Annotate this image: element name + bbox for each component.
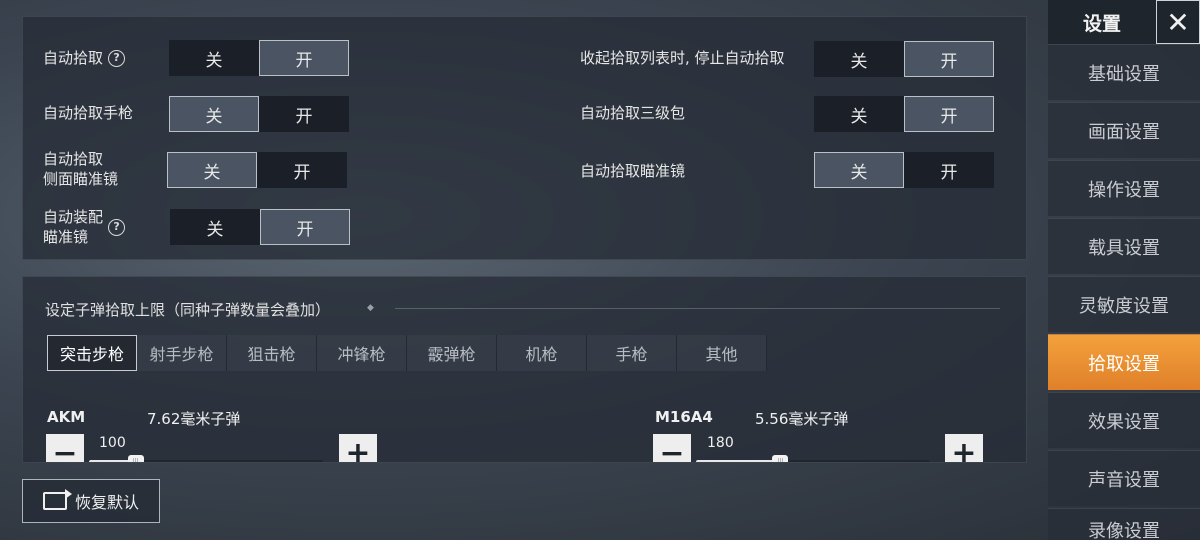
settings-sidebar: 设置 ✕ 基础设置 画面设置 操作设置 载具设置 灵敏度设置 拾取设置 效果设置…: [1048, 0, 1200, 540]
auto-pickup-toggle[interactable]: 关 开: [169, 40, 349, 76]
sidebar-item-pickup[interactable]: 拾取设置: [1048, 334, 1200, 390]
toggle-on-button[interactable]: 开: [257, 152, 347, 188]
increase-button[interactable]: +: [945, 434, 983, 462]
settings-title: 设置: [1082, 12, 1121, 35]
tab-smg[interactable]: 冲锋枪: [317, 335, 407, 371]
slider-handle[interactable]: |||: [127, 455, 144, 462]
auto-pickup-level3-backpack-toggle[interactable]: 关 开: [814, 96, 994, 132]
toggle-on-button[interactable]: 开: [259, 96, 349, 132]
decrease-button[interactable]: −: [653, 434, 691, 462]
tab-marksman-rifle[interactable]: 射手步枪: [137, 335, 227, 371]
help-icon[interactable]: ?: [108, 49, 126, 67]
toggle-off-button[interactable]: 关: [167, 152, 257, 188]
auto-pickup-scope-toggle[interactable]: 关 开: [814, 152, 994, 188]
auto-equip-scope-label: 自动装配 瞄准镜 ?: [43, 207, 126, 247]
weapon-name-m16a4: M16A4: [655, 408, 713, 426]
weapon-category-tabs: 突击步枪 射手步枪 狙击枪 冲锋枪 霰弹枪 机枪 手枪 其他: [47, 335, 767, 371]
auto-pickup-pistol-label: 自动拾取手枪: [43, 104, 134, 122]
tab-sniper-rifle[interactable]: 狙击枪: [227, 335, 317, 371]
tab-pistol[interactable]: 手枪: [587, 335, 677, 371]
toggle-off-button[interactable]: 关: [169, 40, 259, 76]
sidebar-item-basic[interactable]: 基础设置: [1048, 44, 1200, 100]
auto-pickup-label: 自动拾取 ?: [43, 48, 126, 68]
ammo-type-akm: 7.62毫米子弹: [147, 410, 241, 428]
ammo-type-m16a4: 5.56毫米子弹: [755, 410, 849, 428]
auto-pickup-panel: 自动拾取 ? 关 开 自动拾取手枪 关 开 自动拾取 侧面瞄准镜 关 开 自动装…: [22, 16, 1027, 260]
auto-pickup-side-scope-toggle[interactable]: 关 开: [167, 152, 347, 188]
tab-assault-rifle[interactable]: 突击步枪: [47, 335, 137, 371]
m16a4-limit-value: 180: [707, 435, 734, 451]
sidebar-item-controls[interactable]: 操作设置: [1048, 160, 1200, 216]
slider-handle[interactable]: |||: [772, 455, 789, 462]
restore-defaults-button[interactable]: 恢复默认: [22, 479, 160, 523]
help-icon[interactable]: ?: [108, 218, 126, 236]
toggle-on-button[interactable]: 开: [904, 41, 994, 77]
toggle-off-button[interactable]: 关: [814, 152, 904, 188]
akm-limit-value: 100: [99, 435, 126, 451]
auto-pickup-level3-backpack-label: 自动拾取三级包: [580, 104, 686, 122]
section-divider: [395, 308, 1000, 309]
stop-pickup-on-collapse-toggle[interactable]: 关 开: [814, 41, 994, 77]
auto-pickup-scope-label: 自动拾取瞄准镜: [580, 162, 686, 180]
akm-limit-slider[interactable]: |||: [89, 455, 323, 462]
auto-pickup-pistol-toggle[interactable]: 关 开: [169, 96, 349, 132]
sidebar-item-effects[interactable]: 效果设置: [1048, 392, 1200, 448]
weapon-name-akm: AKM: [47, 408, 86, 426]
toggle-off-button[interactable]: 关: [814, 41, 904, 77]
stop-pickup-on-collapse-label: 收起拾取列表时, 停止自动拾取: [580, 49, 785, 67]
close-icon[interactable]: ✕: [1156, 0, 1200, 44]
toggle-off-button[interactable]: 关: [169, 96, 259, 132]
sidebar-item-sensitivity[interactable]: 灵敏度设置: [1048, 276, 1200, 332]
tab-shotgun[interactable]: 霰弹枪: [407, 335, 497, 371]
auto-equip-scope-toggle[interactable]: 关 开: [170, 209, 350, 245]
toggle-off-button[interactable]: 关: [170, 209, 260, 245]
ammo-limit-panel: 设定子弹拾取上限（同种子弹数量会叠加） ◆ 突击步枪 射手步枪 狙击枪 冲锋枪 …: [22, 276, 1027, 463]
tab-machine-gun[interactable]: 机枪: [497, 335, 587, 371]
sidebar-item-sound[interactable]: 声音设置: [1048, 450, 1200, 506]
reset-icon: [42, 489, 72, 510]
m16a4-limit-slider[interactable]: |||: [696, 455, 930, 462]
sidebar-item-vehicle[interactable]: 载具设置: [1048, 218, 1200, 274]
sidebar-item-graphics[interactable]: 画面设置: [1048, 102, 1200, 158]
slider-fill: [696, 460, 781, 462]
ammo-limit-title: 设定子弹拾取上限（同种子弹数量会叠加）: [45, 301, 331, 319]
toggle-on-button[interactable]: 开: [904, 152, 994, 188]
sidebar-item-replay[interactable]: 录像设置: [1048, 508, 1200, 540]
toggle-off-button[interactable]: 关: [814, 96, 904, 132]
decrease-button[interactable]: −: [46, 434, 84, 462]
tab-other[interactable]: 其他: [677, 335, 767, 371]
toggle-on-button[interactable]: 开: [904, 96, 994, 132]
increase-button[interactable]: +: [339, 434, 377, 462]
toggle-on-button[interactable]: 开: [260, 209, 350, 245]
sidebar-header: 设置 ✕: [1048, 0, 1200, 44]
auto-pickup-side-scope-label: 自动拾取 侧面瞄准镜: [43, 150, 119, 188]
diamond-icon: ◆: [367, 303, 374, 313]
toggle-on-button[interactable]: 开: [259, 40, 349, 76]
